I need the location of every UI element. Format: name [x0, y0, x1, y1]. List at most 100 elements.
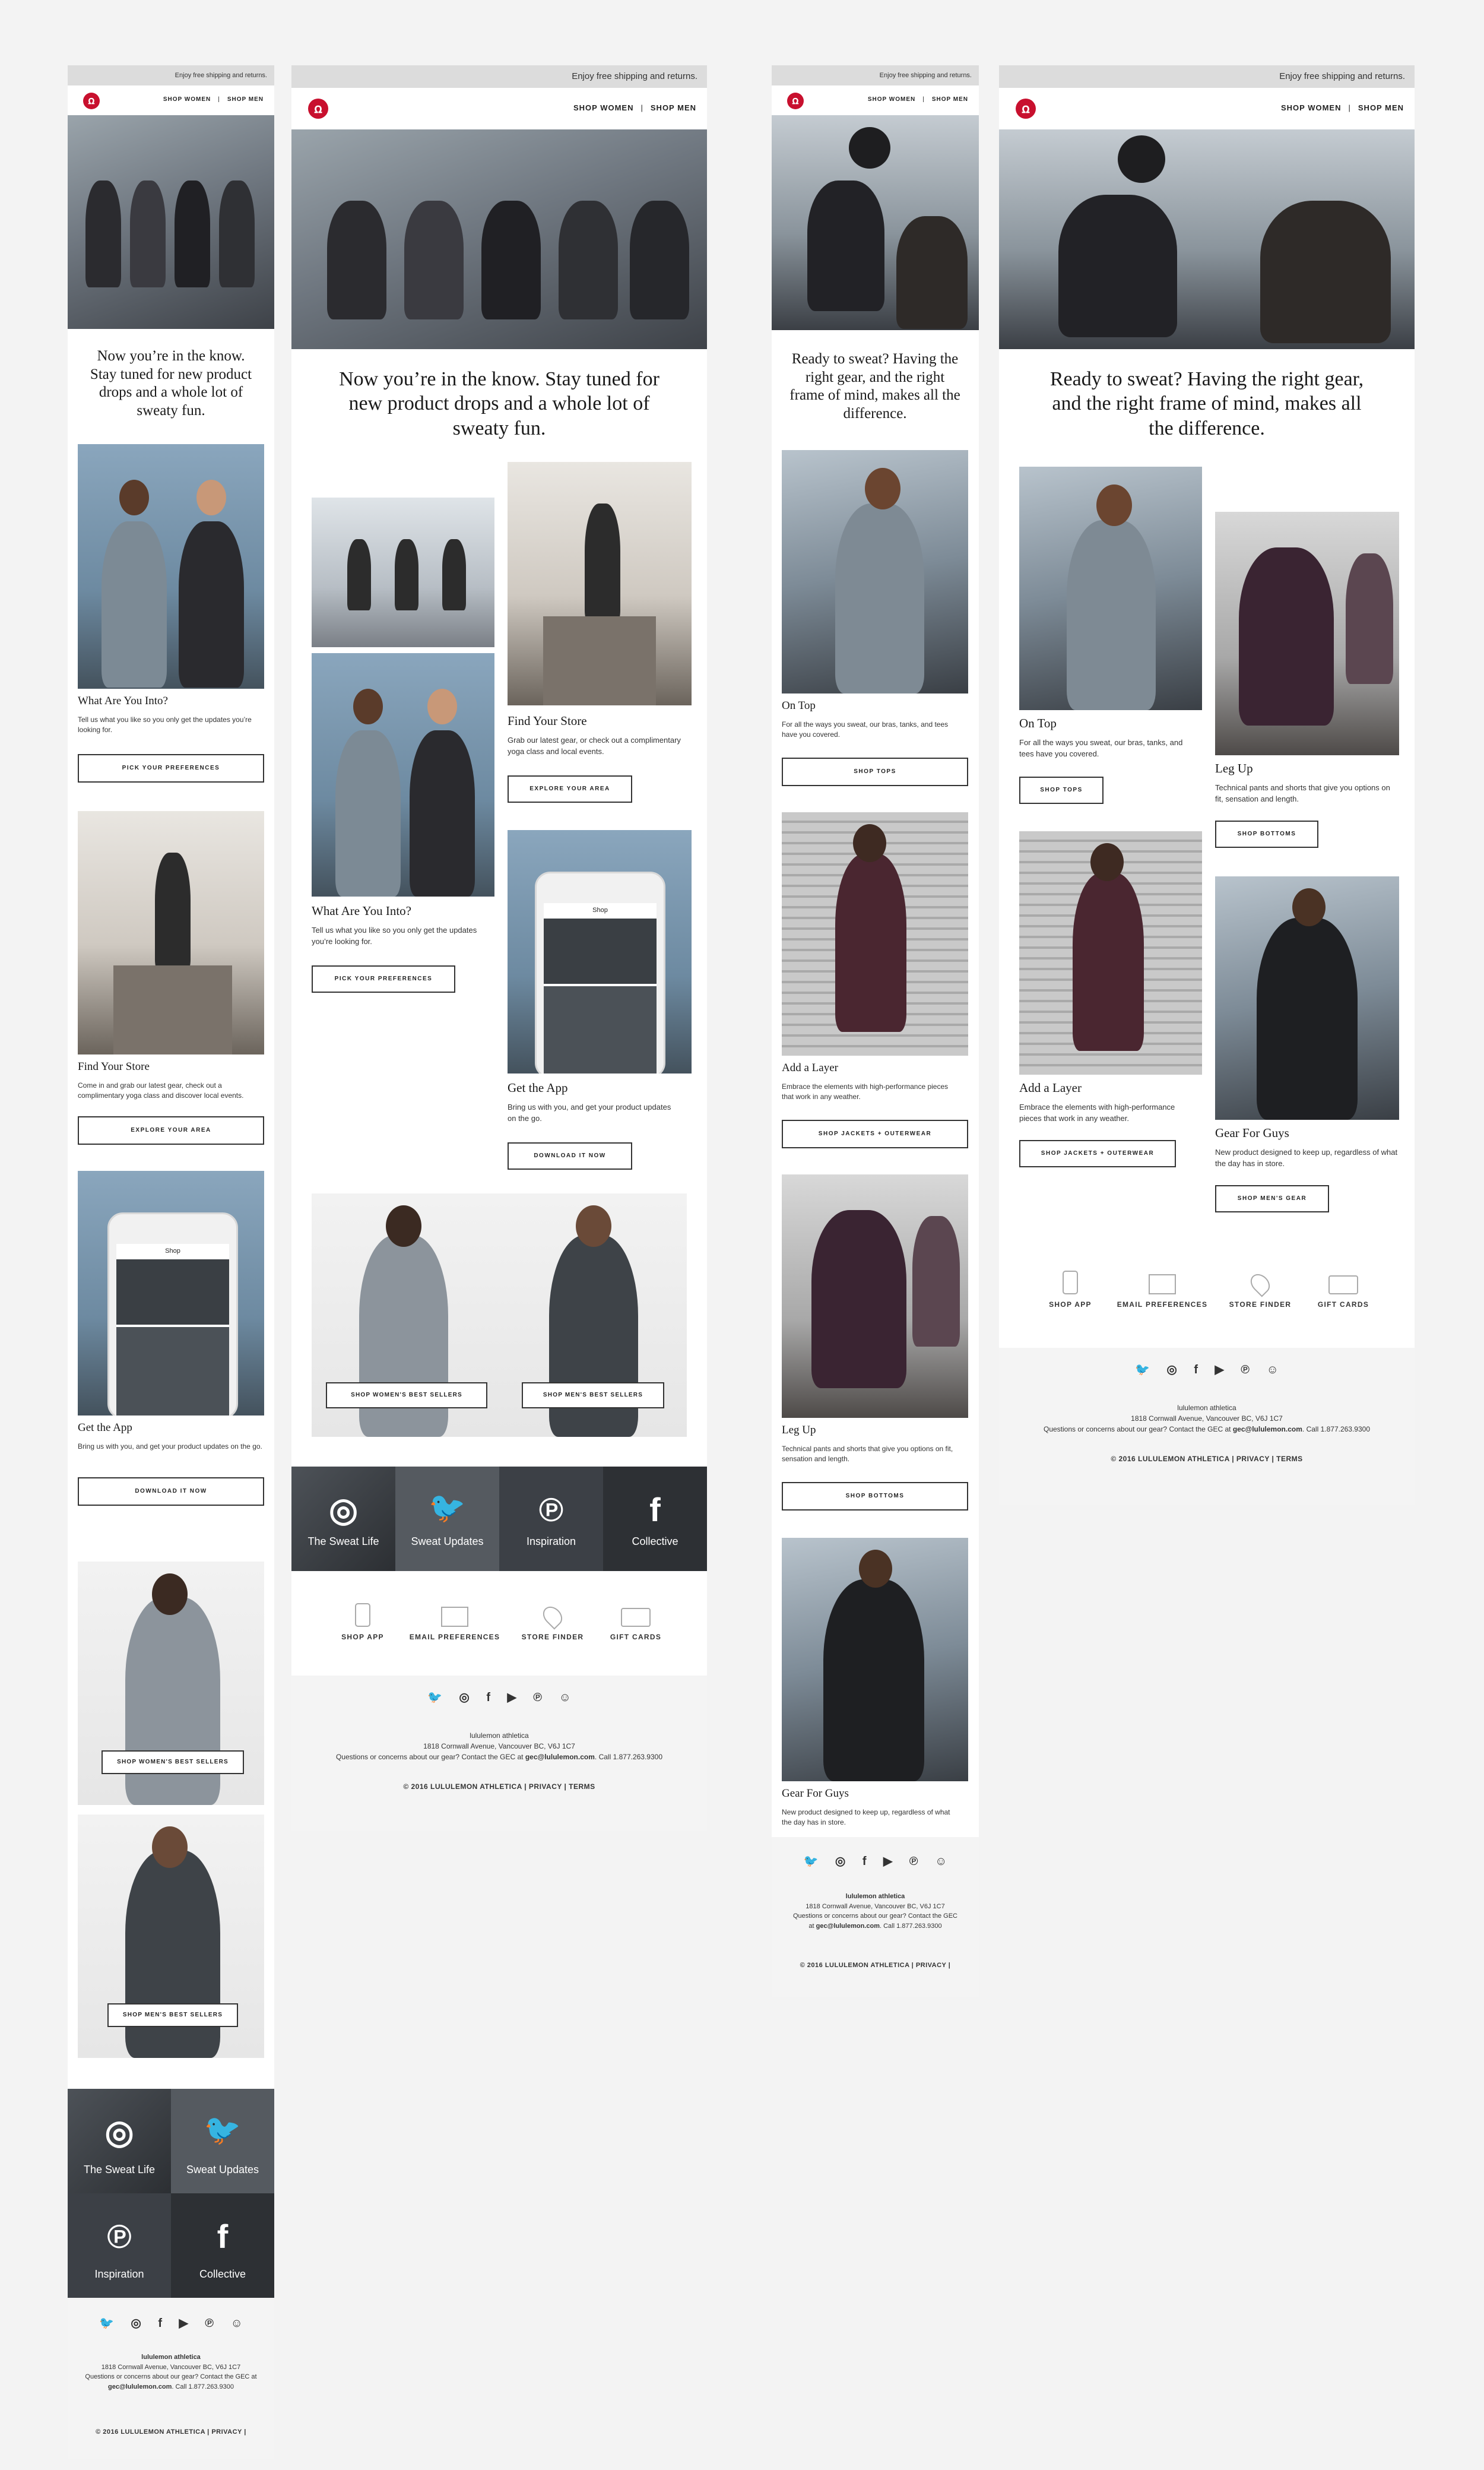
youtube-icon[interactable]: ▶ — [1215, 1362, 1223, 1377]
sweat-updates-tile[interactable]: 🐦 Sweat Updates — [395, 1467, 499, 1571]
shop-mens-gear-button[interactable]: SHOP MEN'S GEAR — [1215, 1185, 1329, 1212]
twitter-icon[interactable]: 🐦 — [1135, 1362, 1150, 1377]
pick-preferences-button[interactable]: PICK YOUR PREFERENCES — [312, 965, 455, 993]
leg-up-photo[interactable] — [1215, 512, 1399, 755]
facebook-icon[interactable]: f — [863, 1855, 867, 1869]
pick-preferences-button[interactable]: PICK YOUR PREFERENCES — [78, 754, 264, 783]
facebook-icon[interactable]: f — [158, 2317, 162, 2330]
shop-jackets-button[interactable]: SHOP JACKETS + OUTERWEAR — [1019, 1140, 1176, 1167]
shop-men-link[interactable]: SHOP MEN — [1358, 103, 1404, 112]
lululemon-logo[interactable]: ꭥ — [1016, 99, 1036, 119]
footer: 🐦 ◎ f ▶ ℗ ☺ lululemon athletica 1818 Cor… — [772, 1837, 979, 1997]
shop-men-link[interactable]: SHOP MEN — [227, 96, 264, 103]
shop-women-best-button[interactable]: SHOP WOMEN'S BEST SELLERS — [102, 1750, 244, 1774]
twitter-icon[interactable]: 🐦 — [99, 2316, 114, 2330]
shop-jackets-button[interactable]: SHOP JACKETS + OUTERWEAR — [782, 1120, 968, 1148]
head — [1090, 843, 1124, 881]
youtube-icon[interactable]: ▶ — [507, 1690, 516, 1705]
store-photo[interactable] — [78, 811, 264, 1054]
shop-app-link[interactable]: SHOP APP — [327, 1603, 398, 1641]
store-finder-link[interactable]: STORE FINDER — [1219, 1270, 1302, 1309]
facebook-icon[interactable]: f — [1194, 1363, 1198, 1377]
twitter-icon[interactable]: 🐦 — [804, 1854, 819, 1869]
pinterest-icon[interactable]: ℗ — [909, 1855, 918, 1869]
inspiration-tile[interactable]: ℗ Inspiration — [68, 2193, 171, 2298]
women-bestseller-photo[interactable]: SHOP WOMEN'S BEST SELLERS — [78, 1562, 264, 1805]
shop-tops-button[interactable]: SHOP TOPS — [1019, 777, 1104, 804]
email-header: ꭥ SHOP WOMEN | SHOP MEN — [999, 88, 1415, 129]
gec-email-link[interactable]: gec@lululemon.com — [108, 2383, 172, 2390]
pinterest-icon[interactable]: ℗ — [1241, 1363, 1250, 1377]
download-app-button[interactable]: DOWNLOAD IT NOW — [508, 1142, 632, 1170]
leg-up-photo[interactable] — [782, 1174, 968, 1418]
instagram-icon[interactable]: ◎ — [835, 1854, 845, 1869]
email-preferences-link[interactable]: EMAIL PREFERENCES — [1112, 1271, 1213, 1309]
gec-email-link[interactable]: gec@lululemon.com — [525, 1753, 595, 1761]
inspiration-tile[interactable]: ℗ Inspiration — [499, 1467, 603, 1571]
download-app-button[interactable]: DOWNLOAD IT NOW — [78, 1477, 264, 1506]
men-bestseller-photo[interactable]: SHOP MEN'S BEST SELLERS — [78, 1814, 264, 2058]
instagram-icon[interactable]: ◎ — [459, 1690, 469, 1705]
phone-number: Call 1.877.263.9300 — [598, 1753, 662, 1761]
gec-email-link[interactable]: gec@lululemon.com — [816, 1923, 880, 1930]
sweat-life-tile[interactable]: ◎ The Sweat Life — [291, 1467, 395, 1571]
store-finder-link[interactable]: STORE FINDER — [511, 1603, 594, 1641]
best-sellers-banner[interactable]: SHOP WOMEN'S BEST SELLERS SHOP MEN'S BES… — [312, 1193, 687, 1437]
what-photo[interactable] — [312, 653, 494, 897]
shop-women-best-button[interactable]: SHOP WOMEN'S BEST SELLERS — [326, 1382, 487, 1408]
class-photo[interactable] — [312, 498, 494, 647]
what-photo[interactable] — [78, 444, 264, 689]
hero-workout-photo[interactable] — [772, 115, 979, 330]
youtube-icon[interactable]: ▶ — [883, 1854, 892, 1869]
shop-app-link[interactable]: SHOP APP — [1035, 1271, 1106, 1309]
shop-women-link[interactable]: SHOP WOMEN — [573, 103, 634, 112]
gec-email-link[interactable]: gec@lululemon.com — [1233, 1425, 1302, 1433]
lululemon-logo[interactable]: ꭥ — [787, 93, 804, 109]
shop-women-link[interactable]: SHOP WOMEN — [163, 96, 211, 103]
hero-workout-photo[interactable] — [999, 129, 1415, 349]
twitter-icon[interactable]: 🐦 — [427, 1690, 442, 1705]
layer-photo[interactable] — [782, 812, 968, 1056]
shop-women-link[interactable]: SHOP WOMEN — [1281, 103, 1342, 112]
guys-photo[interactable] — [1215, 876, 1399, 1120]
explore-area-button[interactable]: EXPLORE YOUR AREA — [508, 775, 632, 803]
app-photo[interactable]: Shop — [78, 1171, 264, 1416]
shop-tops-button[interactable]: SHOP TOPS — [782, 758, 968, 786]
shop-men-best-button[interactable]: SHOP MEN'S BEST SELLERS — [522, 1382, 664, 1408]
instagram-icon[interactable]: ◎ — [1166, 1362, 1177, 1377]
hero-group-photo[interactable] — [68, 115, 274, 329]
lululemon-logo[interactable]: ꭥ — [308, 99, 328, 119]
lululemon-logo[interactable]: ꭥ — [83, 93, 100, 109]
snapchat-icon[interactable]: ☺ — [935, 1855, 947, 1869]
guys-photo[interactable] — [782, 1538, 968, 1781]
youtube-icon[interactable]: ▶ — [179, 2316, 188, 2330]
sweat-updates-tile[interactable]: 🐦 Sweat Updates — [171, 2089, 274, 2193]
shop-bottoms-button[interactable]: SHOP BOTTOMS — [782, 1482, 968, 1510]
collective-tile[interactable]: f Collective — [171, 2193, 274, 2298]
email-preferences-link[interactable]: EMAIL PREFERENCES — [404, 1603, 505, 1641]
snapchat-icon[interactable]: ☺ — [1267, 1363, 1279, 1377]
snapchat-icon[interactable]: ☺ — [231, 2317, 243, 2330]
shop-women-link[interactable]: SHOP WOMEN — [868, 96, 915, 103]
app-photo[interactable]: Shop — [508, 830, 692, 1074]
gift-cards-link[interactable]: GIFT CARDS — [600, 1603, 671, 1641]
on-top-photo[interactable] — [782, 450, 968, 694]
sweat-life-tile[interactable]: ◎ The Sweat Life — [68, 2089, 171, 2193]
instagram-icon[interactable]: ◎ — [131, 2316, 141, 2330]
on-top-photo[interactable] — [1019, 467, 1202, 710]
phone-icon — [1063, 1271, 1078, 1294]
shop-bottoms-button[interactable]: SHOP BOTTOMS — [1215, 821, 1318, 848]
shop-men-link[interactable]: SHOP MEN — [932, 96, 968, 103]
gift-cards-link[interactable]: GIFT CARDS — [1308, 1271, 1379, 1309]
shop-men-best-button[interactable]: SHOP MEN'S BEST SELLERS — [107, 2003, 238, 2027]
facebook-icon[interactable]: f — [486, 1691, 490, 1705]
shop-men-link[interactable]: SHOP MEN — [651, 103, 696, 112]
collective-tile[interactable]: f Collective — [603, 1467, 707, 1571]
hero-group-photo[interactable] — [291, 129, 707, 349]
explore-area-button[interactable]: EXPLORE YOUR AREA — [78, 1116, 264, 1145]
pinterest-icon[interactable]: ℗ — [205, 2317, 214, 2330]
layer-photo[interactable] — [1019, 831, 1202, 1075]
store-photo[interactable] — [508, 462, 692, 705]
snapchat-icon[interactable]: ☺ — [559, 1691, 571, 1705]
pinterest-icon[interactable]: ℗ — [533, 1691, 542, 1705]
